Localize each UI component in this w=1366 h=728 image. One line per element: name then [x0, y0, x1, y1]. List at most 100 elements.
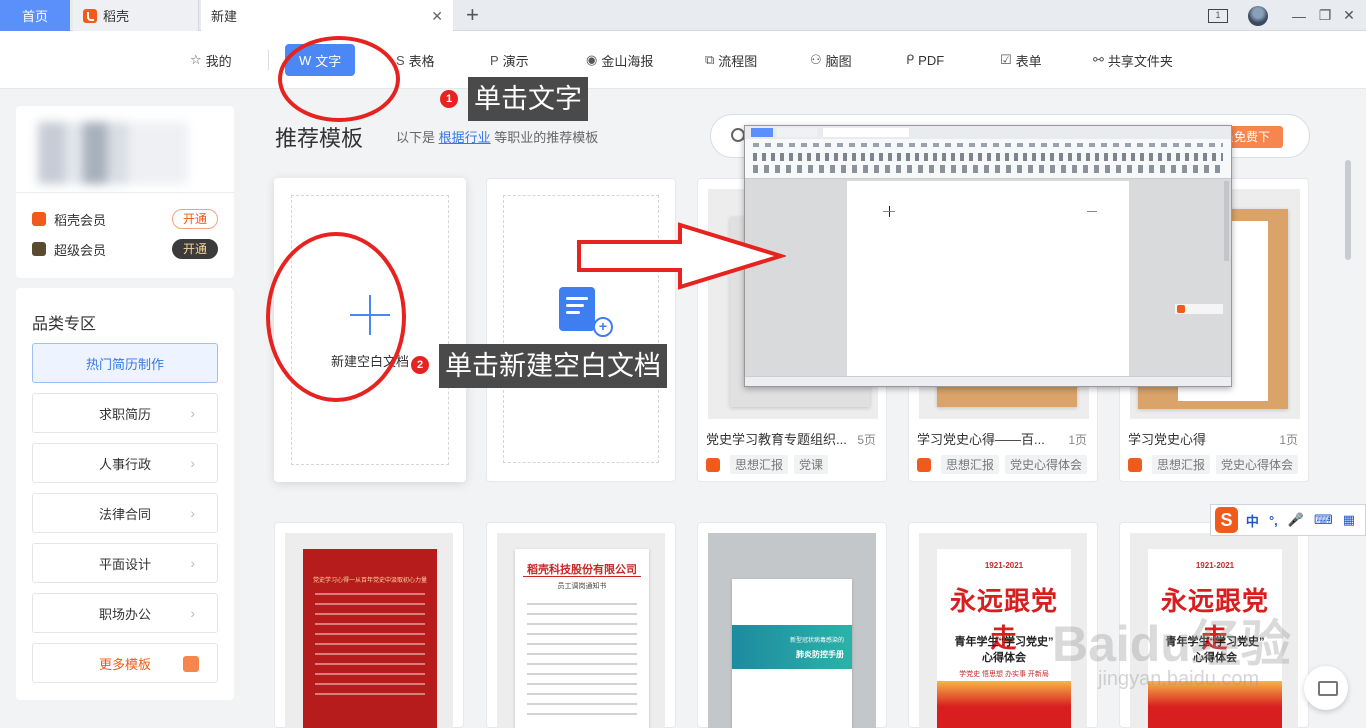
screenshot-ime-bar: [1175, 304, 1223, 314]
grid-icon[interactable]: ▦: [1343, 512, 1355, 528]
tab-home[interactable]: 首页: [0, 0, 70, 31]
template-title: 党史学习教育专题组织...: [706, 432, 847, 447]
template-card[interactable]: 稻壳科技股份有限公司 员工调岗通知书: [486, 522, 676, 728]
tab-new-label: 新建: [211, 9, 238, 24]
document-icon: [559, 287, 595, 331]
nav-presentation[interactable]: P 演示: [484, 44, 535, 76]
nav-flowchart-label: 流程图: [718, 53, 758, 69]
minimize-icon[interactable]: —: [1288, 0, 1310, 31]
nav-sheet-label: 表格: [408, 53, 435, 69]
poster-subtitle-2: 心得体会: [982, 652, 1026, 664]
ime-chinese-mode[interactable]: 中: [1246, 511, 1259, 530]
tab-home-label: 首页: [21, 9, 48, 24]
step-badge: 1: [440, 90, 458, 108]
chevron-right-icon: ›: [190, 605, 195, 621]
poster-subtitle: 青年学生“学习党史”: [954, 636, 1054, 648]
poster-icon: ◉: [586, 52, 598, 67]
sogou-logo-icon[interactable]: S: [1215, 507, 1238, 533]
category-label: 求职简历: [98, 406, 151, 422]
scrollbar[interactable]: [1345, 160, 1351, 260]
screenshot-toolbar: [745, 139, 1231, 179]
template-thumbnail: 党史学习心得一从百年党史中汲取初心力量: [285, 533, 453, 728]
user-avatar-icon[interactable]: [1246, 0, 1270, 31]
maximize-icon[interactable]: ❐: [1314, 0, 1336, 31]
nav-mine[interactable]: ☆ 我的: [184, 44, 238, 76]
flowchart-icon: ⧉: [705, 52, 715, 67]
cover-band: 新型冠状病毒感染的 肺炎防控手册: [732, 625, 852, 669]
ime-toolbar[interactable]: S 中 °, 🎤 ⌨ ▦: [1210, 504, 1366, 536]
tag[interactable]: 党课: [794, 455, 829, 474]
tab-daoke[interactable]: 稻壳: [73, 0, 199, 31]
add-tab-button[interactable]: +: [466, 3, 479, 27]
annotation-circle-writer: [278, 36, 400, 122]
presentation-icon: P: [490, 52, 499, 68]
daoke-logo-icon: [706, 457, 720, 472]
title-bar: 首页 稻壳 新建 ✕ + 1 — ❐ ✕: [0, 0, 1366, 31]
template-tags: 思想汇报 党课: [706, 455, 834, 474]
chevron-right-icon: ›: [190, 505, 195, 521]
template-thumbnail: 稻壳科技股份有限公司 员工调岗通知书: [497, 533, 665, 728]
tag[interactable]: 党史心得体会: [1216, 455, 1299, 474]
subtitle-suffix: 等职业的推荐模板: [494, 130, 599, 145]
chevron-right-icon: ›: [190, 405, 195, 421]
open-super-vip-button[interactable]: 开通: [172, 239, 218, 259]
industry-link[interactable]: 根据行业: [439, 130, 491, 145]
screen-badge: 1: [1208, 8, 1228, 23]
template-card[interactable]: 新型冠状病毒感染的 肺炎防控手册: [697, 522, 887, 728]
tag[interactable]: 党史心得体会: [1005, 455, 1088, 474]
nav-form-label: 表单: [1015, 53, 1042, 69]
template-pages: 1页: [1279, 433, 1298, 447]
poster-title: 党史学习心得一从百年党史中汲取初心力量: [312, 578, 427, 584]
nav-presentation-label: 演示: [502, 53, 529, 69]
tag[interactable]: 思想汇报: [730, 455, 789, 474]
baidu-watermark-url: jingyan.baidu.com: [1098, 668, 1260, 690]
sheet-icon: S: [396, 52, 405, 68]
nav-shared-folder[interactable]: ⚯ 共享文件夹: [1087, 44, 1179, 76]
nav-pdf[interactable]: ᑭ PDF: [900, 44, 950, 76]
nav-mine-label: 我的: [205, 53, 232, 69]
tag[interactable]: 思想汇报: [1152, 455, 1211, 474]
nav-poster[interactable]: ◉ 金山海报: [580, 44, 659, 76]
search-icon: [731, 128, 745, 142]
category-hr-admin[interactable]: 人事行政 ›: [32, 443, 218, 483]
microphone-icon[interactable]: 🎤: [1288, 512, 1304, 528]
open-daoke-vip-button[interactable]: 开通: [172, 209, 218, 229]
category-office[interactable]: 职场办公 ›: [32, 593, 218, 633]
party-study-poster: 党史学习心得一从百年党史中汲取初心力量: [303, 549, 437, 728]
category-job-resume[interactable]: 求职简历 ›: [32, 393, 218, 433]
category-legal-contract[interactable]: 法律合同 ›: [32, 493, 218, 533]
nav-poster-label: 金山海报: [601, 53, 654, 69]
pdf-icon: ᑭ: [906, 52, 915, 67]
template-title: 学习党史心得——百...: [917, 432, 1045, 447]
close-icon[interactable]: ✕: [1338, 0, 1360, 31]
tab-daoke-label: 稻壳: [103, 9, 130, 24]
category-label: 热门简历制作: [85, 356, 164, 372]
category-hot-resume[interactable]: 热门简历制作: [32, 343, 218, 383]
vip-name: 超级会员: [54, 242, 107, 258]
template-pages: 1页: [1068, 433, 1087, 447]
baidu-watermark: Baidu经验: [1052, 616, 1291, 672]
template-tags: 思想汇报 党史心得体会: [1128, 455, 1304, 474]
category-graphic-design[interactable]: 平面设计 ›: [32, 543, 218, 583]
keyboard-icon[interactable]: ⌨: [1314, 512, 1333, 528]
company-notice-document: 稻壳科技股份有限公司 员工调岗通知书: [515, 549, 649, 728]
nav-mindmap[interactable]: ⚇ 脑图: [804, 44, 858, 76]
nav-form[interactable]: ☑ 表单: [994, 44, 1048, 76]
tab-close-icon[interactable]: ✕: [431, 8, 443, 25]
document-title: 员工调岗通知书: [557, 583, 607, 590]
tag[interactable]: 思想汇报: [941, 455, 1000, 474]
ime-punctuation-icon[interactable]: °,: [1269, 513, 1278, 528]
category-more-templates[interactable]: 更多模板: [32, 643, 218, 683]
vip-row-daoke: 稻壳会员 开通: [32, 208, 218, 230]
screenshot-status-bar: [745, 376, 1231, 386]
nav-flowchart[interactable]: ⧉ 流程图: [699, 44, 763, 76]
category-zone: 品类专区 热门简历制作 求职简历 › 人事行政 › 法律合同 › 平面设计 › 职场办公…: [16, 288, 234, 700]
user-avatar[interactable]: [38, 122, 188, 184]
annotation-circle-new-blank: [266, 232, 406, 402]
feedback-icon[interactable]: [1304, 666, 1348, 710]
monitor-icon[interactable]: 1: [1206, 0, 1230, 31]
tab-new[interactable]: 新建 ✕: [201, 0, 453, 31]
category-zone-title: 品类专区: [32, 316, 97, 333]
template-card[interactable]: 党史学习心得一从百年党史中汲取初心力量: [274, 522, 464, 728]
epidemic-manual-cover: 新型冠状病毒感染的 肺炎防控手册: [732, 579, 852, 728]
